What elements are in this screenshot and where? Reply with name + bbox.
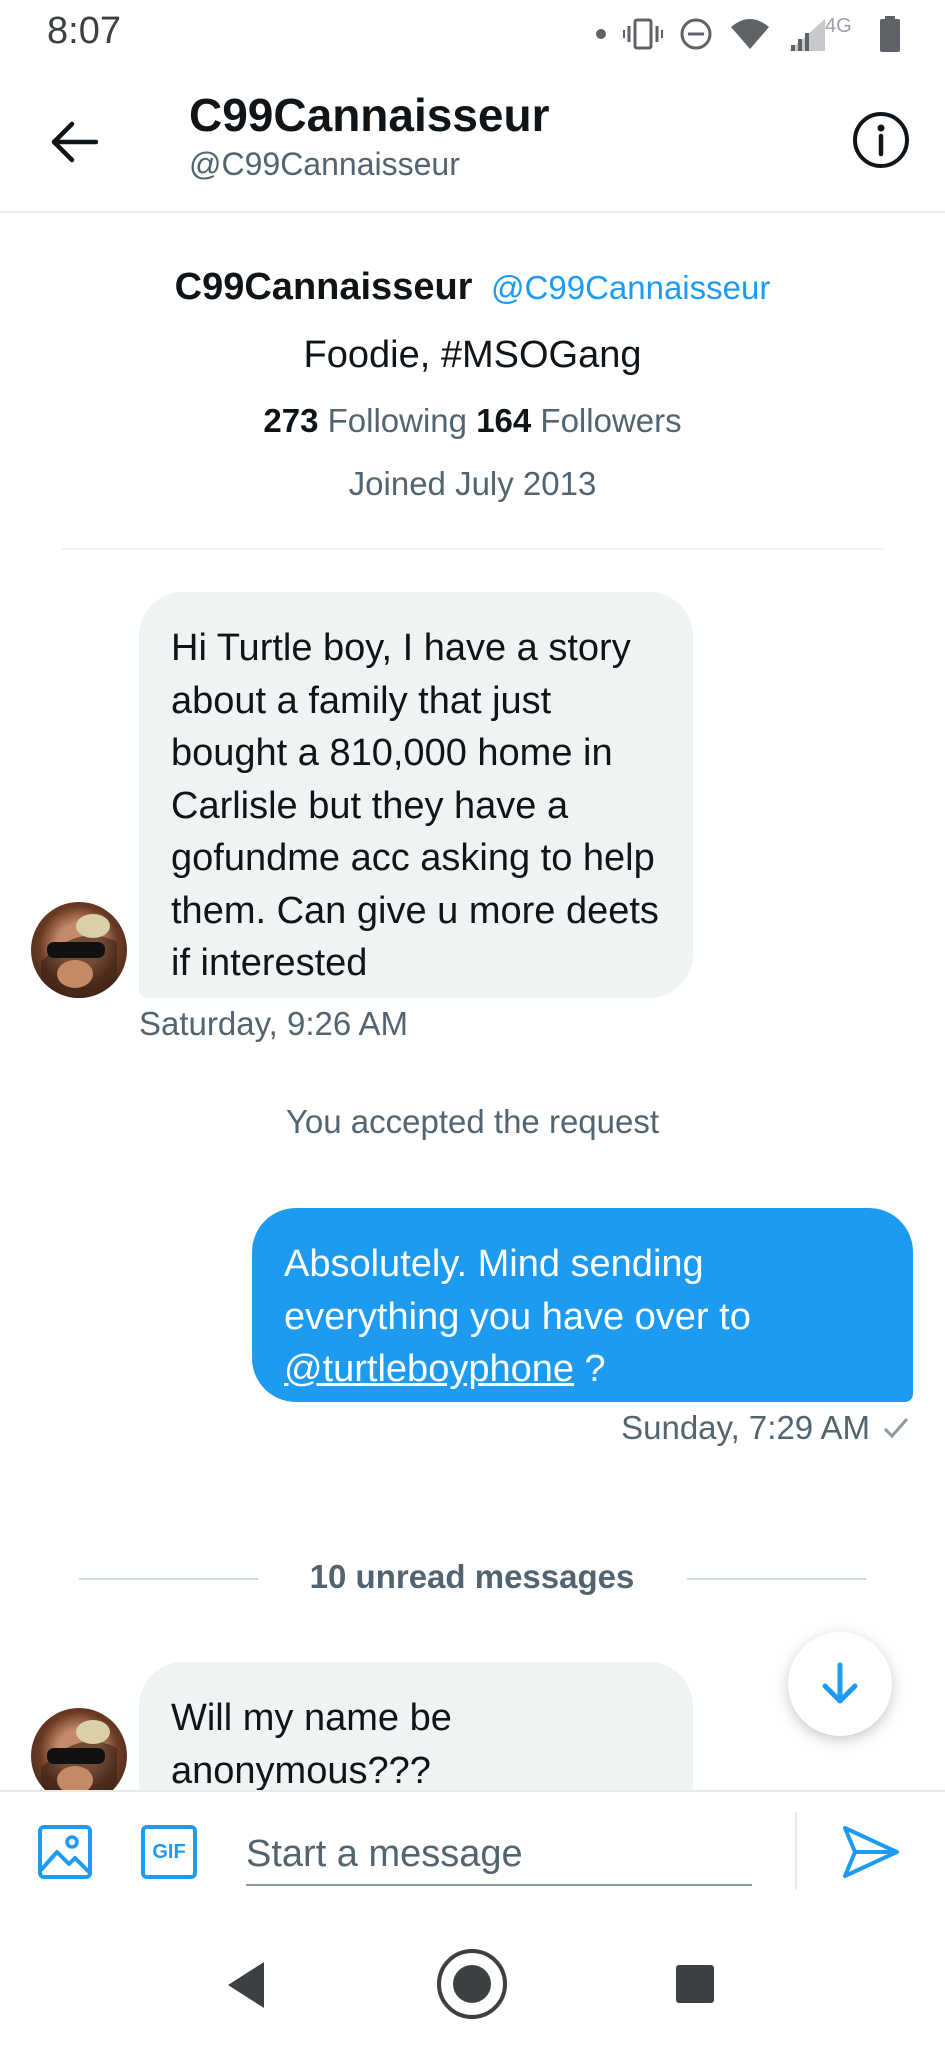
- wifi-icon: [731, 19, 769, 49]
- profile-joined: Joined July 2013: [348, 465, 597, 502]
- status-icons: 4G: [595, 14, 901, 54]
- message-bubble-incoming[interactable]: Hi Turtle boy, I have a story about a fa…: [139, 592, 693, 998]
- signal-group: 4G: [787, 15, 863, 53]
- profile-stats: 273 Following 164 Followers: [0, 402, 945, 440]
- info-button[interactable]: [852, 111, 910, 169]
- network-label: 4G: [825, 15, 852, 37]
- message-text: Hi Turtle boy, I have a story about a fa…: [171, 627, 659, 984]
- nav-recents-icon: [676, 1965, 714, 2003]
- back-button[interactable]: [44, 112, 104, 172]
- nav-recents-button[interactable]: [675, 1964, 715, 2004]
- profile-name-line: C99Cannaisseur @C99Cannaisseur: [0, 266, 945, 309]
- nav-back-icon: [228, 1962, 264, 2008]
- send-icon: [843, 1826, 899, 1878]
- check-icon: [883, 1418, 909, 1439]
- composer-separator: [795, 1812, 797, 1890]
- header-divider: [0, 211, 945, 213]
- composer-divider: [0, 1790, 945, 1792]
- battery-icon: [880, 16, 900, 52]
- conversation-handle: @C99Cannaisseur: [189, 146, 460, 182]
- image-icon: [38, 1825, 92, 1879]
- message-text: Absolutely. Mind sending everything you …: [284, 1243, 751, 1338]
- vibrate-icon: [623, 18, 663, 50]
- add-gif-button[interactable]: GIF: [141, 1825, 197, 1879]
- profile-bio: Foodie, #MSOGang: [303, 334, 642, 376]
- message-text-end: ?: [574, 1348, 606, 1390]
- send-button[interactable]: [841, 1824, 901, 1880]
- timestamp-text: Sunday, 7:29 AM: [621, 1409, 870, 1446]
- nav-home-icon: [437, 1949, 507, 2019]
- message-bubble-outgoing[interactable]: Absolutely. Mind sending everything you …: [252, 1208, 913, 1402]
- request-accepted-notice: You accepted the request: [285, 1103, 660, 1140]
- conversation-title: C99Cannaisseur: [189, 89, 550, 141]
- message-input[interactable]: [246, 1822, 750, 1886]
- avatar[interactable]: [31, 902, 127, 998]
- nav-home-button[interactable]: [436, 1948, 508, 2020]
- message-timestamp-outgoing: Sunday, 7:29 AM: [560, 1409, 910, 1447]
- followers-label: Followers: [540, 402, 682, 439]
- profile-handle[interactable]: @C99Cannaisseur: [491, 269, 770, 306]
- avatar[interactable]: [31, 1708, 127, 1790]
- message-timestamp: Saturday, 9:26 AM: [139, 1005, 409, 1042]
- dot-icon: [596, 29, 606, 39]
- add-image-button[interactable]: [37, 1824, 93, 1880]
- following-label: Following: [327, 402, 468, 439]
- mention-link[interactable]: @turtleboyphone: [284, 1348, 574, 1390]
- scroll-to-bottom-button[interactable]: [788, 1632, 892, 1736]
- nav-back-button[interactable]: [224, 1960, 268, 2010]
- info-icon: [853, 112, 909, 168]
- avatar-image: [41, 1720, 117, 1790]
- message-text: Will my name be anonymous???: [171, 1697, 452, 1790]
- profile-name[interactable]: C99Cannaisseur: [175, 266, 473, 308]
- profile-divider: [62, 548, 883, 550]
- followers-count: 164: [476, 402, 532, 439]
- unread-divider-left: [79, 1578, 258, 1580]
- avatar-image: [41, 914, 117, 998]
- status-time: 8:07: [47, 10, 121, 52]
- gif-icon: GIF: [152, 1840, 186, 1863]
- following-count: 273: [263, 402, 319, 439]
- message-bubble-incoming[interactable]: Will my name be anonymous???: [139, 1662, 693, 1790]
- arrow-left-icon: [51, 121, 98, 163]
- do-not-disturb-icon: [680, 18, 712, 50]
- message-input-underline: [246, 1884, 752, 1886]
- unread-label: 10 unread messages: [309, 1558, 635, 1595]
- unread-divider-right: [687, 1578, 866, 1580]
- arrow-down-icon: [822, 1662, 858, 1704]
